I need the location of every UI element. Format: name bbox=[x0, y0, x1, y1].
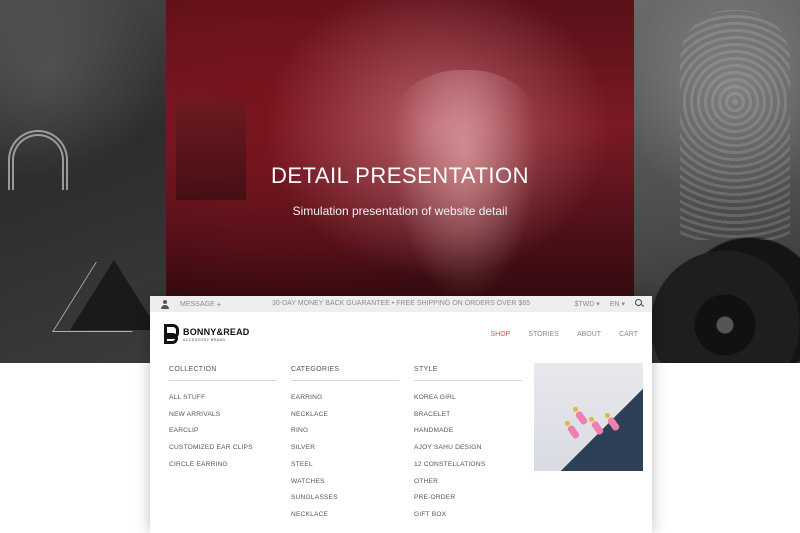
brand-logo[interactable]: BONNY&READ ACCESSORY BRAND bbox=[164, 324, 250, 344]
currency-select[interactable]: $TWD ▾ bbox=[575, 300, 600, 308]
hero-title: DETAIL PRESENTATION bbox=[270, 163, 530, 188]
menu-item[interactable]: NECKLACE bbox=[291, 407, 399, 424]
menu-item[interactable]: EARCLIP bbox=[169, 423, 277, 440]
menu-promo-image[interactable] bbox=[534, 363, 643, 471]
menu-item[interactable]: OTHER bbox=[414, 474, 522, 491]
menu-item[interactable]: EARRING bbox=[291, 390, 399, 407]
message-link[interactable]: MESSAGE + bbox=[180, 300, 221, 309]
primary-nav: SHOP STORIES ABOUT CART bbox=[490, 331, 638, 338]
menu-heading: CATEGORIES bbox=[291, 366, 399, 381]
menu-item[interactable]: RING bbox=[291, 423, 399, 440]
menu-item[interactable]: 12 CONSTELLATIONS bbox=[414, 457, 522, 474]
main-navbar: BONNY&READ ACCESSORY BRAND SHOP STORIES … bbox=[150, 312, 652, 356]
poster-figure-decoration bbox=[680, 10, 790, 240]
menu-column-style: STYLE KOREA GIRL BRACELET HANDMADE AJOY … bbox=[414, 366, 522, 524]
poster-arch-decoration bbox=[8, 130, 68, 190]
language-select[interactable]: EN ▾ bbox=[610, 300, 625, 308]
earring-decoration bbox=[606, 416, 621, 432]
menu-item[interactable]: NEW ARRIVALS bbox=[169, 407, 277, 424]
plus-icon: + bbox=[216, 299, 222, 309]
menu-item[interactable]: NECKLACE bbox=[291, 507, 399, 524]
nav-stories[interactable]: STORIES bbox=[528, 331, 559, 338]
utility-bar: MESSAGE + 30-DAY MONEY BACK GUARANTEE • … bbox=[150, 296, 652, 312]
nav-shop[interactable]: SHOP bbox=[490, 331, 510, 338]
menu-item[interactable]: PRE-ORDER bbox=[414, 490, 522, 507]
website-mockup: MESSAGE + 30-DAY MONEY BACK GUARANTEE • … bbox=[150, 296, 652, 533]
menu-item[interactable]: BRACELET bbox=[414, 407, 522, 424]
nav-about[interactable]: ABOUT bbox=[577, 331, 601, 338]
menu-column-collection: COLLECTION ALL STUFF NEW ARRIVALS EARCLI… bbox=[169, 366, 277, 474]
hero-subtitle: Simulation presentation of website detai… bbox=[292, 204, 508, 218]
menu-item[interactable]: GIFT BOX bbox=[414, 507, 522, 524]
message-label: MESSAGE bbox=[180, 300, 215, 308]
earring-decoration bbox=[566, 424, 581, 440]
nav-cart[interactable]: CART bbox=[619, 331, 638, 338]
earring-decoration bbox=[574, 410, 589, 426]
shop-mega-menu: COLLECTION ALL STUFF NEW ARRIVALS EARCLI… bbox=[150, 356, 652, 533]
earring-decoration bbox=[590, 420, 605, 436]
menu-heading: STYLE bbox=[414, 366, 522, 381]
menu-item[interactable]: STEEL bbox=[291, 457, 399, 474]
menu-item[interactable]: SILVER bbox=[291, 440, 399, 457]
menu-item[interactable]: WATCHES bbox=[291, 474, 399, 491]
model-figure bbox=[380, 70, 550, 330]
user-icon[interactable] bbox=[160, 299, 170, 309]
logo-b-icon bbox=[164, 324, 179, 344]
menu-item[interactable]: AJOY SAHU DESIGN bbox=[414, 440, 522, 457]
menu-item[interactable]: CUSTOMIZED EAR CLIPS bbox=[169, 440, 277, 457]
menu-heading: COLLECTION bbox=[169, 366, 277, 381]
logo-text: BONNY&READ ACCESSORY BRAND bbox=[183, 327, 250, 342]
menu-item[interactable]: CIRCLE EARRING bbox=[169, 457, 277, 474]
utility-controls: $TWD ▾ EN ▾ bbox=[575, 299, 644, 308]
menu-column-categories: CATEGORIES EARRING NECKLACE RING SILVER … bbox=[291, 366, 399, 524]
brand-name: BONNY&READ bbox=[183, 326, 250, 337]
promo-text: 30-DAY MONEY BACK GUARANTEE • FREE SHIPP… bbox=[272, 300, 531, 307]
search-icon[interactable] bbox=[635, 299, 644, 308]
menu-item[interactable]: SUNGLASSES bbox=[291, 490, 399, 507]
menu-item[interactable]: ALL STUFF bbox=[169, 390, 277, 407]
menu-item[interactable]: KOREA GIRL bbox=[414, 390, 522, 407]
menu-item[interactable]: HANDMADE bbox=[414, 423, 522, 440]
brand-tagline: ACCESSORY BRAND bbox=[183, 337, 226, 342]
